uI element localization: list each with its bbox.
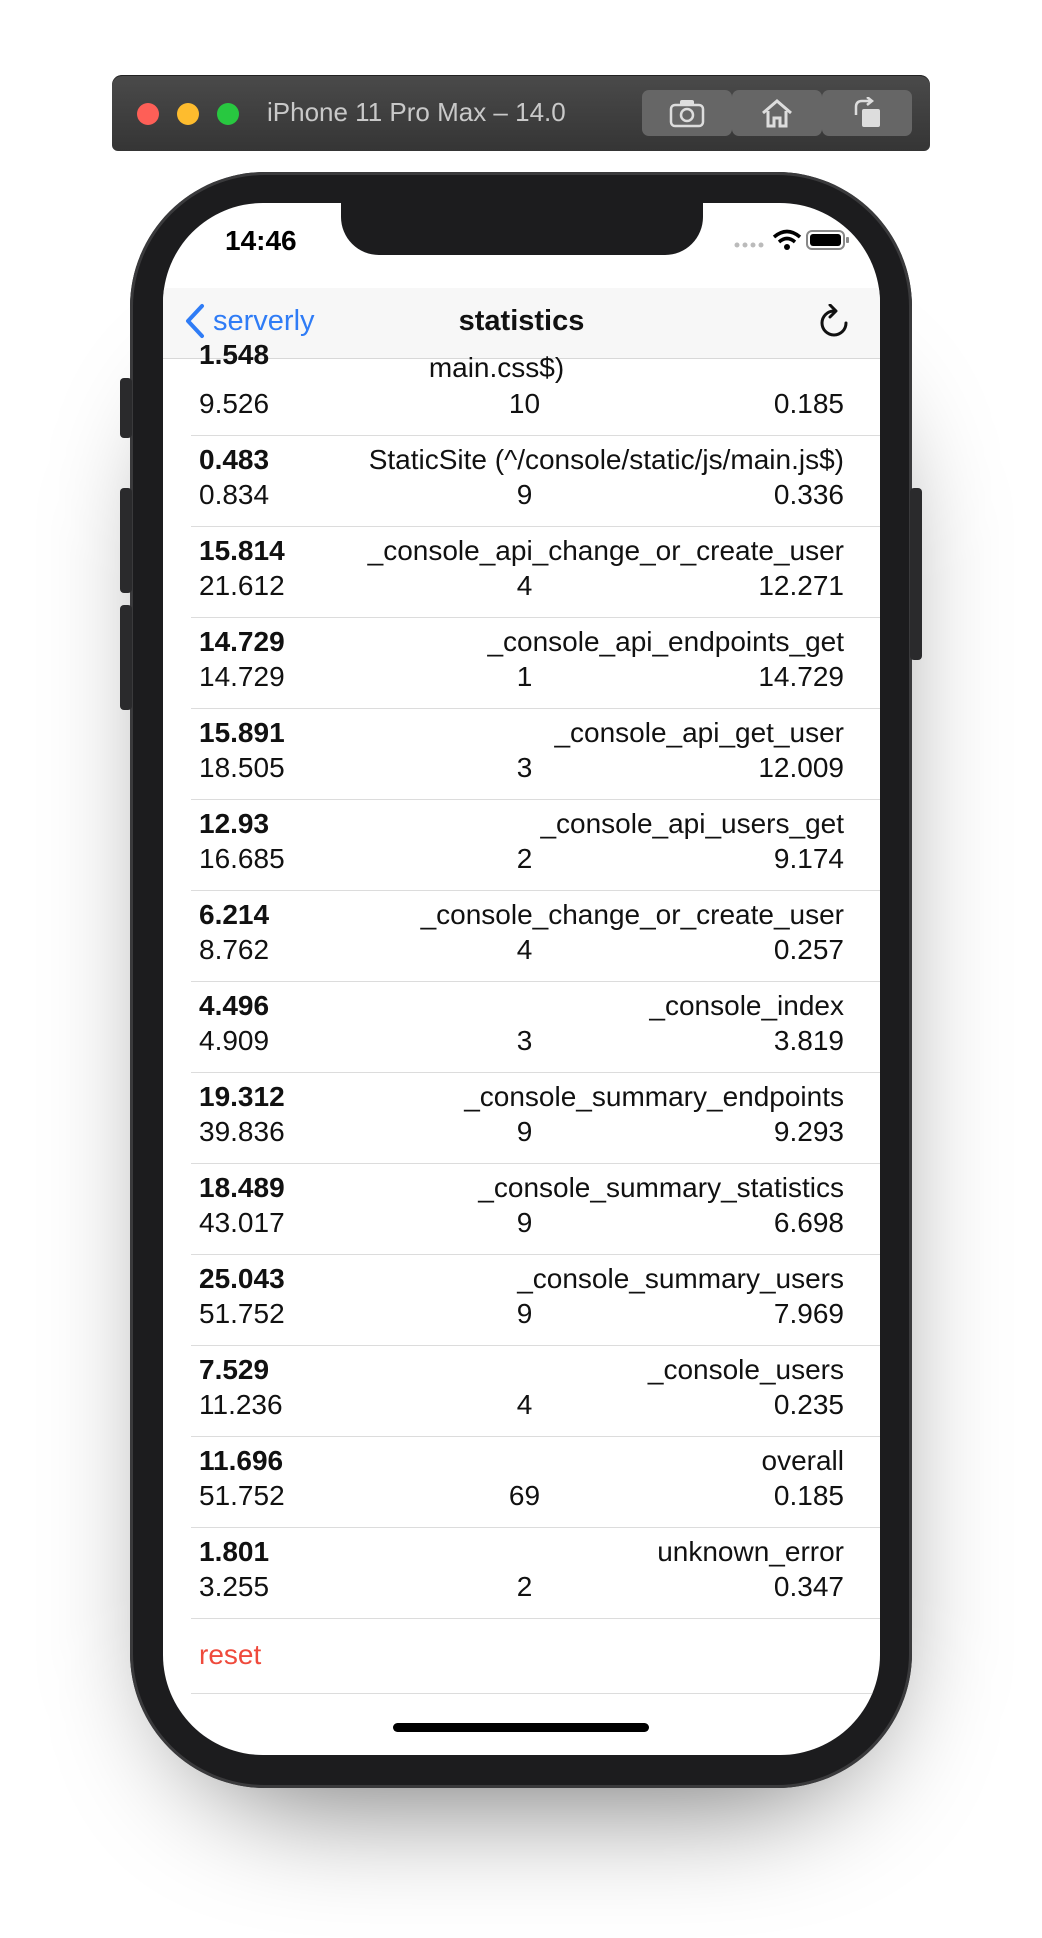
reset-row: reset xyxy=(191,1619,880,1694)
list-item[interactable]: 6.214 _console_change_or_create_user 8.7… xyxy=(191,891,880,982)
min-time: 3.819 xyxy=(773,1025,844,1056)
reset-button[interactable]: reset xyxy=(199,1639,261,1671)
screenshot-button[interactable] xyxy=(642,90,732,136)
average-time: 19.312 xyxy=(199,1081,285,1112)
list-item[interactable]: 7.529 _console_users 11.236 4 0.235 xyxy=(191,1346,880,1437)
average-time: 25.043 xyxy=(199,1263,285,1294)
list-item[interactable]: 1.548 main.css$) 9.526 10 0.185 xyxy=(191,339,880,436)
notch xyxy=(341,203,703,255)
list-item[interactable]: 25.043 _console_summary_users 51.752 9 7… xyxy=(191,1255,880,1346)
min-time: 14.729 xyxy=(758,661,844,692)
min-time: 0.185 xyxy=(773,1480,844,1511)
list-item[interactable]: 12.93 _console_api_users_get 16.685 2 9.… xyxy=(191,800,880,891)
list-item[interactable]: 0.483 StaticSite (^/console/static/js/ma… xyxy=(191,436,880,527)
power-button xyxy=(910,488,922,660)
list-item[interactable]: 14.729 _console_api_endpoints_get 14.729… xyxy=(191,618,880,709)
request-count: 2 xyxy=(516,843,533,874)
request-count: 2 xyxy=(516,1571,533,1602)
home-indicator[interactable] xyxy=(393,1723,649,1732)
min-time: 6.698 xyxy=(773,1207,844,1238)
average-time: 11.696 xyxy=(199,1445,284,1476)
endpoint-name: overall xyxy=(761,1445,844,1476)
request-count: 9 xyxy=(516,1298,533,1329)
navigation-bar: serverly statistics xyxy=(163,288,880,359)
list-item[interactable]: 19.312 _console_summary_endpoints 39.836… xyxy=(191,1073,880,1164)
min-time: 7.969 xyxy=(773,1298,844,1329)
min-time: 0.347 xyxy=(773,1571,844,1602)
rotate-button[interactable] xyxy=(822,90,912,136)
endpoint-name: _console_summary_users xyxy=(517,1263,844,1294)
status-time: 14:46 xyxy=(225,225,297,256)
endpoint-name: main.css$) xyxy=(428,352,565,383)
average-time: 1.801 xyxy=(199,1536,270,1567)
average-time: 4.496 xyxy=(199,990,270,1021)
endpoint-name: unknown_error xyxy=(657,1536,844,1567)
request-count: 3 xyxy=(516,1025,533,1056)
home-icon xyxy=(762,99,792,128)
list-item[interactable]: 15.814 _console_api_change_or_create_use… xyxy=(191,527,880,618)
average-time: 18.489 xyxy=(199,1172,285,1203)
simulator-title: iPhone 11 Pro Max – 14.0 xyxy=(267,97,566,127)
status-icons xyxy=(733,229,850,256)
min-time: 0.336 xyxy=(773,479,844,510)
list-item[interactable]: 1.801 unknown_error 3.255 2 0.347 xyxy=(191,1528,880,1619)
request-count: 4 xyxy=(516,1389,533,1420)
list-item[interactable]: 4.496 _console_index 4.909 3 3.819 xyxy=(191,982,880,1073)
list-item[interactable]: 11.696 overall 51.752 69 0.185 xyxy=(191,1437,880,1528)
request-count: 9 xyxy=(516,1116,533,1147)
endpoint-name: _console_index xyxy=(649,990,844,1021)
list-item[interactable]: 15.891 _console_api_get_user 18.505 3 12… xyxy=(191,709,880,800)
min-time: 9.293 xyxy=(773,1116,844,1147)
battery-icon xyxy=(806,230,849,250)
home-button[interactable] xyxy=(732,90,822,136)
request-count: 9 xyxy=(516,479,533,510)
min-time: 12.009 xyxy=(758,752,844,783)
request-count: 69 xyxy=(508,1480,541,1511)
zoom-window-button[interactable] xyxy=(217,103,239,125)
min-time: 0.185 xyxy=(773,388,844,419)
endpoint-name: _console_summary_statistics xyxy=(478,1172,844,1203)
page-title: statistics xyxy=(458,305,585,337)
wifi-icon xyxy=(772,229,801,250)
close-window-button[interactable] xyxy=(137,103,159,125)
average-time: 6.214 xyxy=(199,899,270,930)
min-time: 9.174 xyxy=(773,843,844,874)
camera-icon xyxy=(669,100,705,128)
endpoint-name: _console_change_or_create_user xyxy=(420,899,844,930)
minimize-window-button[interactable] xyxy=(177,103,199,125)
request-count: 9 xyxy=(516,1207,533,1238)
volume-down-button xyxy=(120,605,132,710)
min-time: 0.257 xyxy=(773,934,844,965)
volume-up-button xyxy=(120,488,132,593)
signal-icon xyxy=(734,242,764,248)
list-item[interactable]: 18.489 _console_summary_statistics 43.01… xyxy=(191,1164,880,1255)
average-time: 14.729 xyxy=(199,626,285,657)
average-time: 0.483 xyxy=(199,444,270,475)
min-time: 0.235 xyxy=(773,1389,844,1420)
endpoint-name: _console_users xyxy=(647,1354,844,1385)
average-time: 7.529 xyxy=(199,1354,270,1385)
mute-switch xyxy=(120,378,132,438)
endpoint-name: _console_api_users_get xyxy=(540,808,844,839)
rotate-icon xyxy=(854,97,880,127)
average-time: 15.814 xyxy=(199,535,285,566)
request-count: 10 xyxy=(508,388,541,419)
statistics-list[interactable]: 1.548 main.css$) 9.526 10 0.185 0.483 St… xyxy=(163,339,880,1694)
min-time: 12.271 xyxy=(758,570,844,601)
request-count: 4 xyxy=(516,934,533,965)
refresh-button[interactable] xyxy=(818,303,850,345)
endpoint-name: _console_api_get_user xyxy=(554,717,844,748)
endpoint-name: _console_summary_endpoints xyxy=(464,1081,844,1112)
endpoint-name: StaticSite (^/console/static/js/main.js$… xyxy=(368,444,844,475)
average-time: 15.891 xyxy=(199,717,285,748)
simulator-toolbar: iPhone 11 Pro Max – 14.0 xyxy=(112,75,930,151)
average-time: 12.93 xyxy=(199,808,270,839)
phone-screen: 14:46 serverly statistics 1.548 main.css… xyxy=(163,203,880,1755)
endpoint-name: _console_api_endpoints_get xyxy=(487,626,844,657)
endpoint-name: _console_api_change_or_create_user xyxy=(367,535,844,566)
refresh-icon xyxy=(820,303,848,337)
